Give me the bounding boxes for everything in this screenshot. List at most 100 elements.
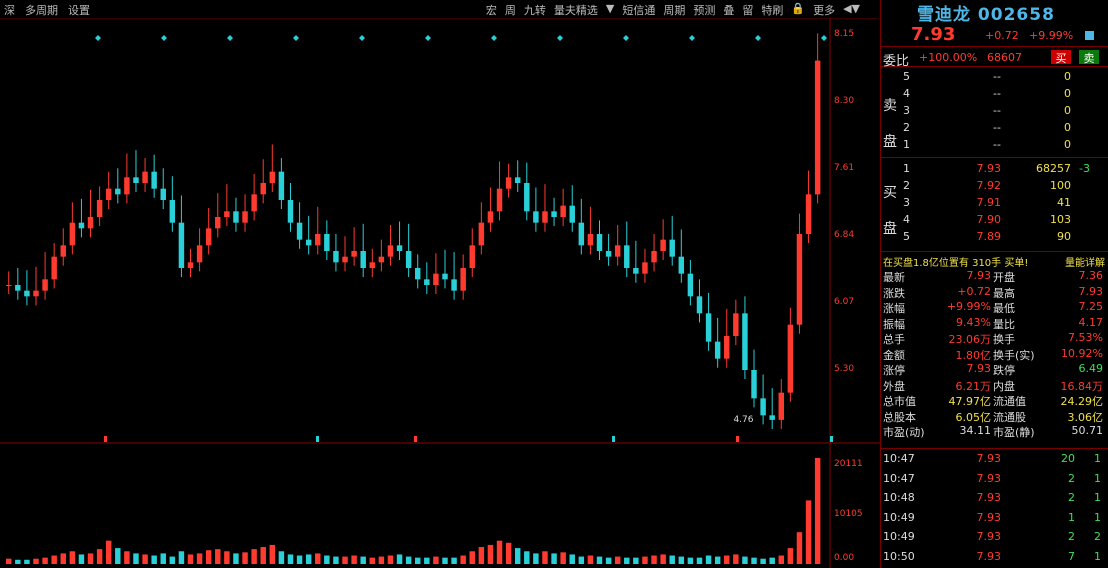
signal-diamond-icon[interactable] [491,35,497,41]
signal-diamond-icon[interactable] [689,35,695,41]
candle-body [587,234,594,246]
book-divider-2 [881,251,1108,252]
volume-bar [115,548,121,564]
toolbar-right-item-0[interactable]: 宏 [486,2,497,18]
price-axis-tick: 6.84 [834,230,854,240]
candle-body [569,205,575,223]
tick-price: 7.93 [976,491,1002,504]
signal-diamond-icon[interactable] [623,35,629,41]
ask-level: 5 [903,70,910,83]
volume-bar [596,556,603,564]
toolbar-item-2[interactable]: 设置 [68,2,90,18]
volume-bar [360,556,366,564]
bid-row[interactable]: 1 7.93 68257 -3 [881,160,1108,177]
stats-row: 总市值 47.97亿 流通值 24.29亿 [881,392,1108,408]
stats-row: 振幅 9.43% 量比 4.17 [881,315,1108,331]
candle-body [514,177,521,183]
bid-row[interactable]: 5 7.89 90 [881,228,1108,245]
volume-bar [215,549,221,564]
volume-bar [60,553,66,564]
event-marker-icon[interactable] [736,436,739,442]
volume-bar [633,557,639,564]
candle-body [296,222,303,240]
candle-body [160,188,166,200]
tick-volume: 2 [1068,471,1075,485]
toolbar-right-item-10[interactable]: 特刷 [761,2,783,18]
stock-code: 002658 [977,5,1055,25]
signal-diamond-icon[interactable] [557,35,563,41]
bid-row[interactable]: 4 7.90 103 [881,211,1108,228]
tick-price: 7.93 [976,549,1002,563]
signal-diamond-icon[interactable] [821,35,827,41]
volume-bar [660,554,666,564]
candle-body [15,285,21,291]
stats-row: 涨幅 +9.99% 最低 7.25 [881,299,1108,315]
sell-button[interactable]: 卖 [1079,50,1099,65]
buy-button[interactable]: 买 [1051,50,1071,65]
bid-row[interactable]: 3 7.91 41 [881,194,1108,211]
toolbar-right-item-12[interactable]: 更多 [813,2,835,18]
candle-body [805,194,812,234]
ask-row[interactable]: 5 -- 0 [881,68,1108,85]
signal-diamond-icon[interactable] [161,35,167,41]
toolbar-right-item-1[interactable]: 周 [505,2,516,18]
volume-bar [460,555,466,564]
candle-body [496,188,503,212]
candle-body [696,296,703,314]
event-marker-icon[interactable] [830,436,833,442]
candle-body [278,171,285,200]
signal-diamond-icon[interactable] [359,35,365,41]
toolbar-right-item-2[interactable]: 九转 [524,2,546,18]
toolbar-right-item-6[interactable]: 周期 [663,2,685,18]
stats-row: 市盈(动) 34.11 市盈(静) 50.71 [881,423,1108,439]
toolbar-right-item-13[interactable]: ◀▼ [843,2,860,18]
signal-diamond-icon[interactable] [755,35,761,41]
toolbar-right-item-9[interactable]: 留 [742,2,753,18]
volume-bar [187,554,194,564]
event-marker-icon[interactable] [612,436,615,442]
signal-diamond-icon[interactable] [293,35,299,41]
volume-detail-link[interactable]: 量能详解 [1065,254,1105,269]
toolbar-right-item-11[interactable]: 🔒 [791,2,805,18]
toolbar-left: 深多周期 设置 [4,2,90,18]
toolbar-item-0[interactable]: 深 [4,2,15,18]
stats-row: 外盘 6.21万 内盘 16.84万 [881,377,1108,393]
candle-body [378,256,385,263]
volume-bar [778,555,785,564]
toolbar-item-1[interactable]: 多周期 [25,2,58,18]
volume-bar [296,555,303,564]
square-icon[interactable] [1085,31,1094,40]
toolbar-right-item-8[interactable]: 叠 [723,2,734,18]
candle-body [6,285,12,286]
bid-row[interactable]: 2 7.92 100 [881,177,1108,194]
toolbar-right-item-5[interactable]: 短信通 [622,2,655,18]
volume-bar [342,556,348,564]
volume-bar [278,551,285,564]
ask-volume: 0 [1064,121,1071,134]
toolbar-right-item-7[interactable]: 预测 [693,2,715,18]
price-change: +0.72 [985,29,1019,42]
toolbar-right-item-3[interactable]: 量夫精选 [554,2,598,18]
tick-price: 7.93 [976,530,1002,543]
kline-chart[interactable]: 8.15 8.30 7.61 6.84 6.07 5.30 20111 10105 0.00 4.… [0,18,880,568]
ask-row[interactable]: 3 -- 0 [881,102,1108,119]
candle-body [287,200,294,223]
ask-book: 5 -- 0 4 -- 0 3 -- 0 2 -- 0 1 -- 0 [881,68,1108,153]
signal-diamond-icon[interactable] [95,35,101,41]
event-marker-icon[interactable] [414,436,417,442]
ask-row[interactable]: 4 -- 0 [881,85,1108,102]
volume-bar [542,551,548,564]
stat-value: 7.93 [966,362,992,375]
event-marker-icon[interactable] [104,436,107,442]
signal-diamond-icon[interactable] [425,35,431,41]
signal-diamond-icon[interactable] [227,35,233,41]
volume-bar [733,554,739,564]
event-marker-icon[interactable] [316,436,319,442]
ask-row[interactable]: 2 -- 0 [881,119,1108,136]
ask-row[interactable]: 1 -- 0 [881,136,1108,153]
tick-row: 10:49 7.93 2 2 [881,528,1108,548]
order-note: 在买盘1.8亿位置有 310手 买单! 量能详解 [883,254,1108,269]
bid-volume: 103 [1050,213,1071,226]
toolbar-right-item-4[interactable]: ▼ [606,2,614,18]
stats-row: 总手 23.06万 换手 7.53% [881,330,1108,346]
